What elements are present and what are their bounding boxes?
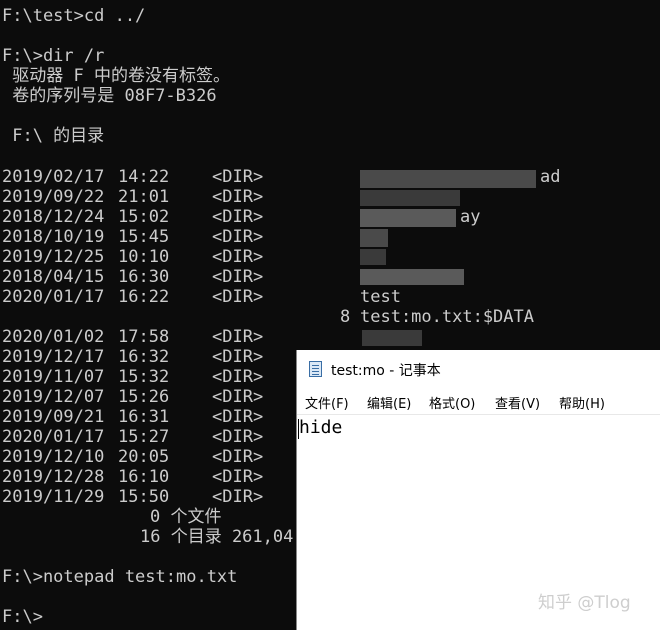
redacted-name-block: [360, 209, 456, 227]
table-row: 2019/12/25 10:10 <DIR>: [2, 247, 264, 267]
table-row: 2019/11/07 15:32 <DIR>: [2, 367, 264, 387]
menu-file[interactable]: 文件(F): [305, 393, 349, 412]
table-row: 2019/02/17 14:22 <DIR> ad: [2, 167, 561, 187]
menu-edit[interactable]: 编辑(E): [367, 393, 411, 412]
zhihu-watermark: 知乎 @Tlog: [538, 593, 631, 613]
console-line-cd: F:\test>cd ../: [2, 6, 146, 26]
table-row-stream: 8 test:mo.txt:$DATA: [340, 307, 534, 327]
console-prompt[interactable]: F:\>: [2, 607, 43, 627]
summary-dirs: 16 个目录 261,04: [140, 527, 294, 547]
console-line-serial: 卷的序列号是 08F7-B326: [2, 86, 217, 106]
table-row: 2018/10/19 15:45 <DIR>: [2, 227, 264, 247]
redacted-name-block: [360, 249, 386, 265]
redacted-name-block: [360, 229, 388, 247]
menu-help[interactable]: 帮助(H): [559, 393, 605, 412]
notepad-icon: [309, 361, 322, 377]
redacted-name-block: [362, 330, 422, 346]
menu-format[interactable]: 格式(O): [429, 393, 475, 412]
notepad-title-bar[interactable]: test:mo - 记事本: [297, 350, 660, 388]
redacted-name-block: [360, 170, 536, 188]
console-line-directory-of: F:\ 的目录: [2, 126, 105, 146]
console-line-notepad: F:\>notepad test:mo.txt: [2, 567, 238, 587]
table-row: 2019/09/22 21:01 <DIR>: [2, 187, 264, 207]
table-row: 2020/01/02 17:58 <DIR>: [2, 327, 264, 347]
window-title: test:mo - 记事本: [331, 363, 441, 379]
table-row: 2019/12/07 15:26 <DIR>: [2, 387, 264, 407]
summary-files: 0 个文件: [150, 507, 222, 527]
table-row: 2019/12/10 20:05 <DIR>: [2, 447, 264, 467]
table-row: 2019/11/29 15:50 <DIR>: [2, 487, 264, 507]
console-line-dir: F:\>dir /r: [2, 46, 105, 66]
table-row: 2020/01/17 16:22 <DIR> test: [2, 287, 401, 307]
notepad-content: hide: [299, 417, 343, 438]
table-row: 2018/04/15 16:30 <DIR>: [2, 267, 264, 287]
console-line-volume-label: 驱动器 F 中的卷没有标签。: [2, 66, 230, 86]
menu-view[interactable]: 查看(V): [495, 393, 540, 412]
notepad-menu-bar: 文件(F) 编辑(E) 格式(O) 查看(V) 帮助(H): [297, 388, 660, 415]
redacted-name-block: [360, 269, 464, 285]
table-row: 2019/09/21 16:31 <DIR>: [2, 407, 264, 427]
table-row: 2020/01/17 15:27 <DIR>: [2, 427, 264, 447]
table-row: 2019/12/28 16:10 <DIR>: [2, 467, 264, 487]
table-row: 2019/12/17 16:32 <DIR>: [2, 347, 264, 367]
redacted-name-block: [360, 190, 460, 206]
table-row: 2018/12/24 15:02 <DIR> ay: [2, 207, 481, 227]
